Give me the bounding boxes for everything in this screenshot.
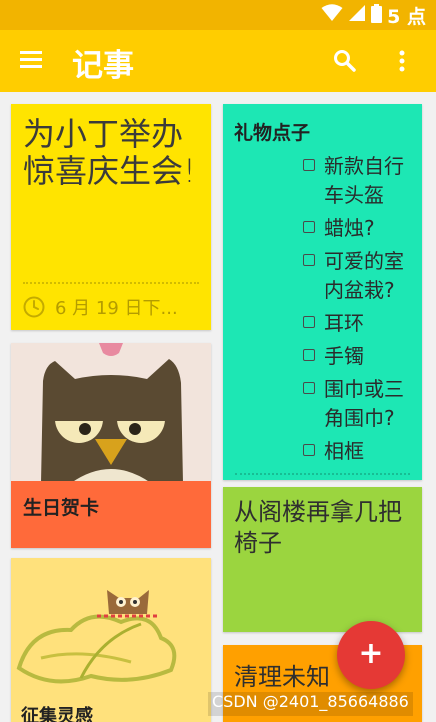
checklist-item-label: 蜡烛?: [324, 216, 375, 240]
checklist-item-label: 围巾或三角围巾?: [324, 377, 404, 430]
status-bar: 5 点: [0, 0, 436, 30]
app-title: 记事: [72, 48, 134, 84]
owl-illustration: [11, 343, 211, 483]
note-text: 清理未知: [234, 663, 330, 691]
checkbox[interactable]: [303, 316, 315, 328]
checklist-item-label: 手镯: [324, 344, 364, 368]
divider: [235, 473, 410, 475]
checklist-item: 手镯: [303, 342, 415, 371]
checkbox[interactable]: [303, 444, 315, 456]
checklist-item-label: 可爱的室内盆栽?: [324, 249, 404, 302]
label-band: 生日贺卡: [11, 481, 211, 548]
checkbox[interactable]: [303, 382, 315, 394]
checklist-item: 耳环: [303, 309, 415, 338]
note-card-inspiration[interactable]: 征集灵感: [11, 558, 211, 722]
add-icon: +: [358, 636, 384, 671]
checklist-item-label: 相框: [324, 439, 364, 463]
checklist-item: 相框: [303, 437, 415, 466]
battery-icon: [371, 3, 383, 27]
note-text: 从阁楼再拿几把椅子: [234, 498, 402, 557]
note-card-party[interactable]: 为小丁举办惊喜庆生会! 6 月 19 日下...: [11, 104, 211, 330]
checklist: 新款自行车头盔 蜡烛? 可爱的室内盆栽? 耳环 手镯 围巾或三角围巾? 相框: [303, 152, 415, 470]
checkbox[interactable]: [303, 221, 315, 233]
app-bar: 记事: [0, 30, 436, 92]
note-title: 为小丁举办惊喜庆生会!: [23, 115, 196, 190]
note-card-gift-ideas[interactable]: 礼物点子 新款自行车头盔 蜡烛? 可爱的室内盆栽? 耳环 手镯 围巾或三角围巾?: [223, 104, 422, 480]
signal-icon: [348, 4, 366, 26]
note-title: 生日贺卡: [23, 497, 100, 519]
reminder-text: 6 月 19 日下...: [55, 298, 178, 319]
note-card-chairs[interactable]: 从阁楼再拿几把椅子: [223, 487, 422, 632]
wifi-icon: [321, 4, 343, 26]
checklist-item: 新款自行车头盔: [303, 152, 415, 210]
watermark: CSDN @2401_85664886: [208, 692, 413, 716]
checkbox[interactable]: [303, 159, 315, 171]
clock-icon: [23, 296, 45, 318]
checkbox[interactable]: [303, 254, 315, 266]
status-time: 5 点: [387, 5, 426, 28]
note-title: 征集灵感: [21, 706, 93, 722]
checkbox[interactable]: [303, 349, 315, 361]
checklist-item: 可爱的室内盆栽?: [303, 247, 415, 305]
note-card-birthday-card[interactable]: 生日贺卡: [11, 343, 211, 548]
note-title: 礼物点子: [234, 122, 311, 144]
add-note-button[interactable]: +: [337, 621, 405, 689]
search-icon[interactable]: [332, 48, 358, 74]
checklist-item: 围巾或三角围巾?: [303, 375, 415, 433]
divider: [23, 282, 199, 284]
more-vert-icon[interactable]: [392, 48, 412, 74]
menu-icon[interactable]: [20, 51, 44, 71]
checklist-item: 蜡烛?: [303, 214, 415, 243]
reminder-chip[interactable]: 6 月 19 日下...: [23, 294, 178, 320]
status-icons: 5 点: [321, 3, 426, 28]
checklist-item-label: 耳环: [324, 311, 364, 335]
checklist-item-label: 新款自行车头盔: [324, 154, 404, 207]
owl-doodle-illustration: [11, 558, 211, 722]
